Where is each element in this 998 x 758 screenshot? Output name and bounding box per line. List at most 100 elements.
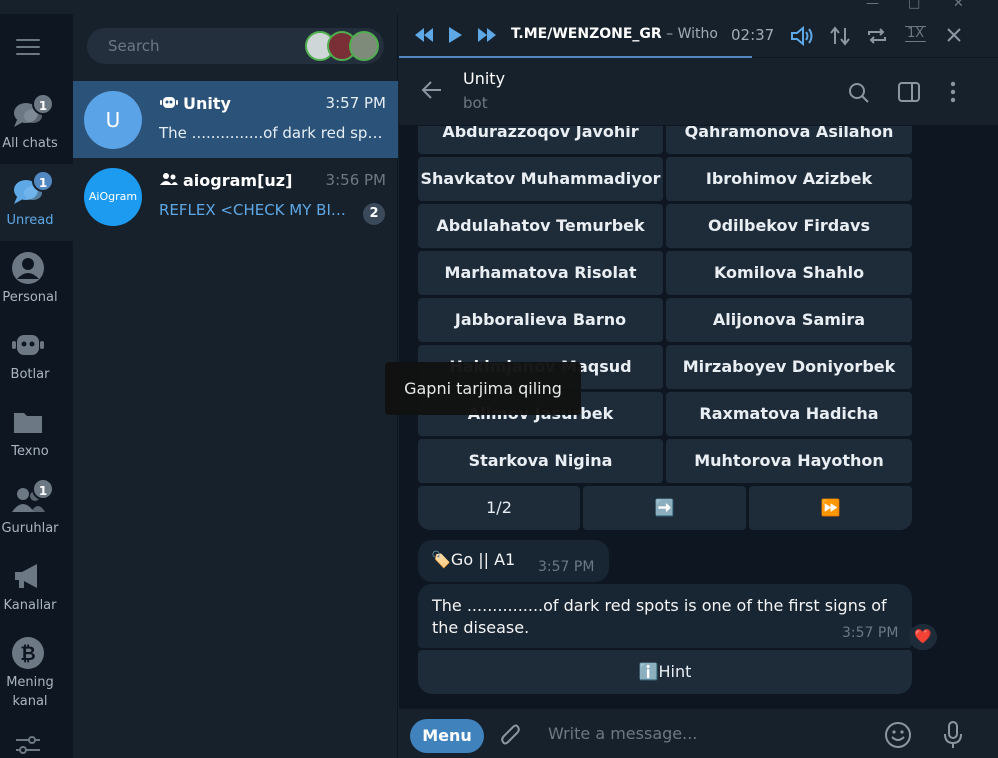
bot-menu-button[interactable]: Menu <box>410 719 484 753</box>
folder-mening-kanal[interactable]: ₿ Mening kanal <box>0 626 73 722</box>
folder-badge: 1 <box>32 478 54 500</box>
folder-personal[interactable]: Personal <box>0 241 73 318</box>
reaction-heart[interactable]: ❤️ <box>909 624 937 650</box>
chat-preview: REFLEX <CHECK MY BIO/... <box>159 201 355 219</box>
folder-settings-icon[interactable] <box>14 732 42 758</box>
folder-label: Texno <box>11 444 49 459</box>
message-composer: Menu Write a message... <box>399 708 998 758</box>
play-icon[interactable] <box>447 26 463 44</box>
svg-text:₿: ₿ <box>20 643 35 665</box>
previous-track-icon[interactable] <box>413 26 435 44</box>
playback-speed[interactable]: 1X <box>905 26 927 42</box>
volume-icon[interactable] <box>790 26 814 46</box>
keyboard-button[interactable]: Mirzaboyev Doniyorbek <box>666 345 912 389</box>
repeat-icon[interactable] <box>866 26 888 46</box>
avatar: AiOgram <box>84 168 142 226</box>
keyboard-button[interactable]: Komilova Shahlo <box>666 251 912 295</box>
keyboard-button[interactable]: Raxmatova Hadicha <box>666 392 912 436</box>
group-icon <box>160 173 178 185</box>
maximize-button[interactable]: □ <box>908 0 920 11</box>
track-performer: T.ME/WENZONE_GR <box>511 26 662 42</box>
folder-sidebar: 1 All chats 1 Unread Personal Botlar Tex… <box>0 14 73 758</box>
audio-player: T.ME/WENZONE_GR – Without 02:37 1X <box>399 14 998 58</box>
keyboard-page-indicator[interactable]: 1/2 <box>418 486 580 530</box>
stories-avatars[interactable] <box>305 31 380 61</box>
bot-icon <box>160 97 178 108</box>
message-text: 🏷️Go || A1 <box>431 550 516 569</box>
folder-icon <box>14 413 42 433</box>
chat-preview: The ...............of dark red spots is … <box>159 124 387 142</box>
folder-texno[interactable]: Texno <box>0 395 73 472</box>
folder-kanallar[interactable]: Kanallar <box>0 549 73 626</box>
bitcoin-icon: ₿ <box>12 637 44 669</box>
message-area: Abdurazzoqov Javohir Qahramonova Asilaho… <box>399 126 998 708</box>
chat-header: Unity bot <box>399 59 998 126</box>
folder-label: Kanallar <box>3 598 57 613</box>
folder-botlar[interactable]: Botlar <box>0 318 73 395</box>
keyboard-button[interactable]: Starkova Nigina <box>418 439 663 483</box>
track-title[interactable]: T.ME/WENZONE_GR – Without <box>511 26 717 42</box>
folder-badge: 1 <box>32 170 54 192</box>
keyboard-button[interactable]: Jabboralieva Barno <box>418 298 663 342</box>
folder-label: Guruhlar <box>1 521 59 536</box>
more-vertical-icon[interactable] <box>949 81 957 103</box>
back-arrow-icon[interactable] <box>421 80 443 100</box>
chat-name: aiogram[uz] <box>159 171 292 190</box>
folder-label: Personal <box>2 290 58 305</box>
message-bubble[interactable]: The ...............of dark red spots is … <box>418 584 912 648</box>
folder-label: Botlar <box>10 367 50 382</box>
keyboard-button[interactable]: Ibrohimov Azizbek <box>666 157 912 201</box>
keyboard-button[interactable]: Alijonova Samira <box>666 298 912 342</box>
avatar: U <box>84 91 142 149</box>
search-icon[interactable] <box>848 82 870 104</box>
next-page-button[interactable]: ➡️ <box>583 486 746 530</box>
folder-badge: 1 <box>32 93 54 115</box>
close-icon[interactable] <box>947 28 961 42</box>
story-avatar[interactable] <box>349 31 379 61</box>
chat-title[interactable]: Unity <box>463 69 505 88</box>
microphone-icon[interactable] <box>942 720 964 750</box>
unread-badge: 2 <box>363 203 385 225</box>
message-text: The ...............of dark red spots is … <box>432 596 887 637</box>
keyboard-button[interactable]: Abdulahatov Temurbek <box>418 204 663 248</box>
attach-icon[interactable] <box>499 723 523 749</box>
keyboard-button[interactable]: Abdurazzoqov Javohir <box>418 126 663 154</box>
folder-unread[interactable]: 1 Unread <box>0 164 73 241</box>
chat-name-text: aiogram[uz] <box>183 171 293 190</box>
folder-label: Unread <box>6 213 54 228</box>
search-placeholder: Search <box>108 37 160 55</box>
chat-item-aiogram[interactable]: AiOgram aiogram[uz] 3:56 PM REFLEX <CHEC… <box>73 158 398 235</box>
track-progress[interactable] <box>399 56 753 58</box>
folder-all-chats[interactable]: 1 All chats <box>0 87 73 164</box>
chat-list: Search U Unity 3:57 PM The .............… <box>73 14 398 758</box>
folder-guruhlar[interactable]: 1 Guruhlar <box>0 472 73 549</box>
track-name: Without <box>677 26 717 42</box>
track-time: 02:37 <box>731 26 775 44</box>
keyboard-button[interactable]: Shavkatov Muhammadiyor <box>418 157 663 201</box>
search-input[interactable]: Search <box>87 28 384 64</box>
bot-icon <box>12 335 44 355</box>
window-titlebar: — □ ✕ <box>0 0 998 14</box>
hamburger-menu-icon[interactable] <box>16 39 40 55</box>
last-page-button[interactable]: ⏩ <box>749 486 912 530</box>
order-icon[interactable] <box>829 26 851 46</box>
keyboard-button[interactable]: Qahramonova Asilahon <box>666 126 912 154</box>
keyboard-button[interactable]: Muhtorova Hayothon <box>666 439 912 483</box>
sidebar-toggle-icon[interactable] <box>898 82 920 102</box>
chat-name-text: Unity <box>183 94 231 113</box>
hint-button[interactable]: ℹ️Hint <box>418 650 912 694</box>
minimize-button[interactable]: — <box>866 0 879 11</box>
tooltip: Gapni tarjima qiling <box>385 362 581 415</box>
message-input[interactable]: Write a message... <box>548 724 697 743</box>
chat-item-unity[interactable]: U Unity 3:57 PM The ...............of da… <box>73 81 398 158</box>
next-track-icon[interactable] <box>476 26 498 44</box>
close-window-button[interactable]: ✕ <box>953 0 964 11</box>
keyboard-button[interactable]: Odilbekov Firdavs <box>666 204 912 248</box>
chat-time: 3:57 PM <box>325 94 386 112</box>
message-bubble[interactable]: 🏷️Go || A1 3:57 PM <box>418 540 609 582</box>
person-icon <box>12 252 44 284</box>
chat-name: Unity <box>159 94 231 113</box>
chat-status: bot <box>463 94 488 112</box>
emoji-icon[interactable] <box>884 721 912 749</box>
keyboard-button[interactable]: Marhamatova Risolat <box>418 251 663 295</box>
